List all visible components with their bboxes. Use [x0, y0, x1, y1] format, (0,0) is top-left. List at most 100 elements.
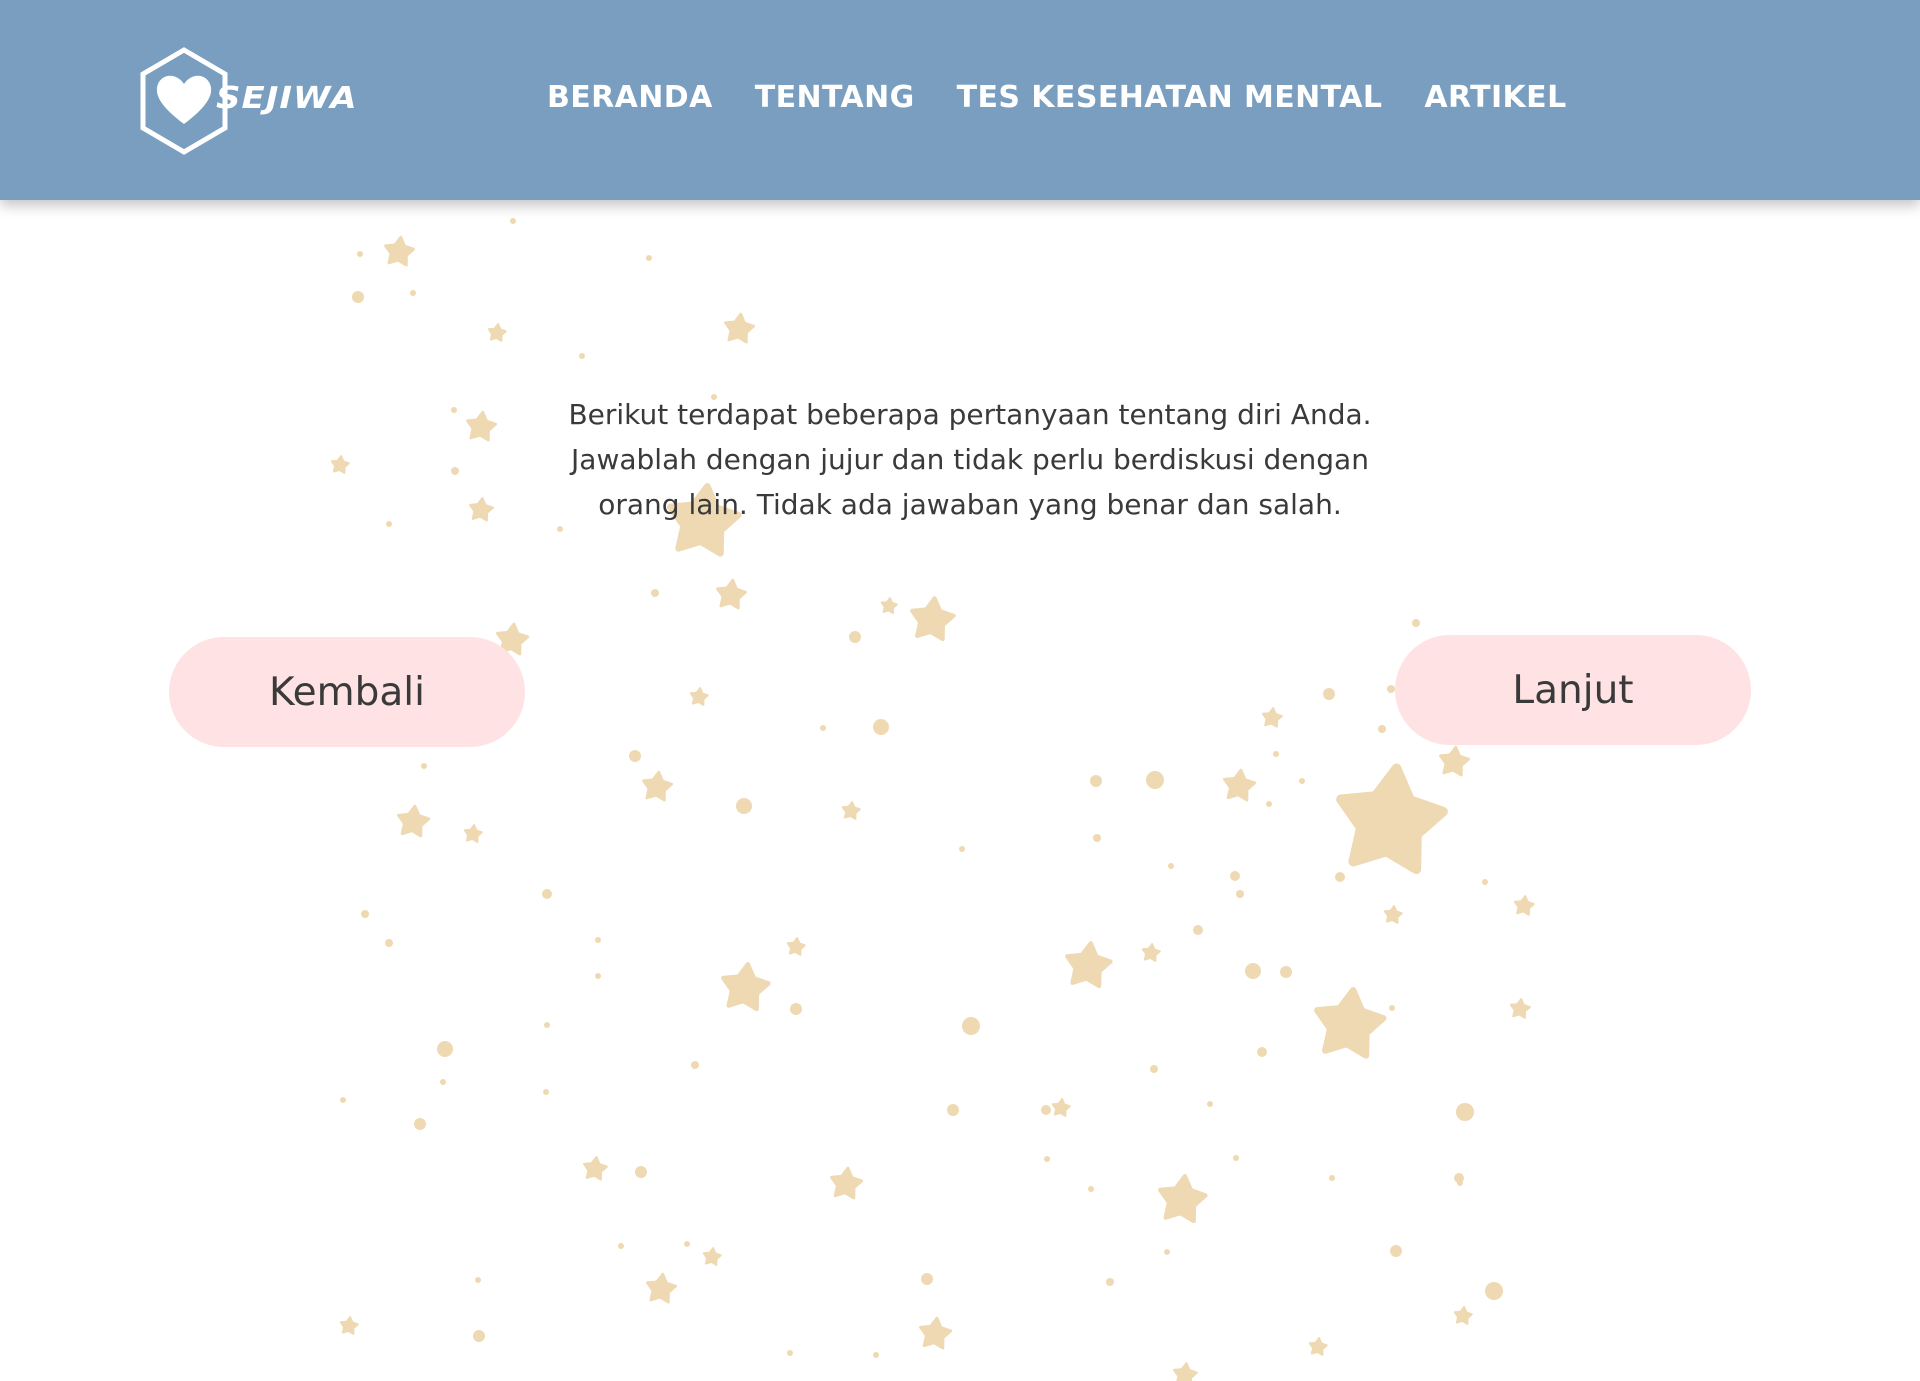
- star-dot: [437, 1041, 453, 1057]
- star-dot: [421, 763, 427, 769]
- star-dot: [352, 291, 364, 303]
- star-dot: [1233, 1155, 1239, 1161]
- star-icon: [1453, 1306, 1473, 1325]
- star-dot: [510, 218, 516, 224]
- star-icon: [339, 1316, 359, 1335]
- nav-tes-kesehatan-mental[interactable]: TES KESEHATAN MENTAL: [957, 80, 1383, 115]
- star-icon: [702, 1247, 722, 1266]
- star-dot: [1329, 1175, 1335, 1181]
- star-icon: [330, 455, 350, 474]
- logo[interactable]: SEJIWA: [136, 46, 366, 156]
- star-icon: [466, 410, 498, 442]
- star-icon: [646, 1272, 678, 1304]
- star-icon: [724, 312, 756, 344]
- star-dot: [475, 1277, 481, 1283]
- star-icon: [841, 801, 861, 820]
- star-dot: [1387, 685, 1395, 693]
- star-dot: [618, 1243, 624, 1249]
- star-dot: [684, 1241, 690, 1247]
- nav-tentang[interactable]: TENTANG: [755, 80, 915, 115]
- star-icon: [487, 323, 507, 342]
- star-icon: [1065, 941, 1113, 989]
- star-dot: [1266, 801, 1272, 807]
- star-icon: [1383, 905, 1403, 924]
- star-dot: [947, 1104, 959, 1116]
- star-icon: [469, 497, 494, 522]
- star-icon: [583, 1156, 608, 1181]
- star-dot: [440, 1079, 446, 1085]
- star-dot: [736, 798, 752, 814]
- star-dot: [544, 1022, 550, 1028]
- star-dot: [1041, 1105, 1051, 1115]
- star-dot: [1280, 966, 1292, 978]
- star-dot: [635, 1166, 647, 1178]
- star-dot: [1088, 1186, 1094, 1192]
- star-dot: [1257, 1047, 1267, 1057]
- star-dot: [1090, 775, 1102, 787]
- star-dot: [1390, 1245, 1402, 1257]
- star-dot: [1168, 863, 1174, 869]
- star-dot: [451, 407, 457, 413]
- star-dot: [962, 1017, 980, 1035]
- star-dot: [1454, 1173, 1464, 1183]
- star-icon: [716, 578, 748, 610]
- star-dot: [1245, 963, 1261, 979]
- star-dot: [1146, 771, 1164, 789]
- star-dot: [691, 1061, 699, 1069]
- star-dot: [385, 939, 393, 947]
- star-dot: [1273, 751, 1279, 757]
- star-dot: [651, 589, 659, 597]
- star-dot: [1323, 688, 1335, 700]
- star-dot: [595, 973, 601, 979]
- star-dot: [1299, 778, 1305, 784]
- star-dot: [959, 846, 965, 852]
- star-dot: [1485, 1282, 1503, 1300]
- star-dot: [873, 719, 889, 735]
- star-dot: [849, 631, 861, 643]
- star-icon: [1509, 998, 1531, 1019]
- star-dot: [1389, 1005, 1395, 1011]
- intro-text: Berikut terdapat beberapa pertanyaan ten…: [520, 392, 1420, 527]
- star-dot: [1335, 872, 1345, 882]
- star-icon: [397, 804, 431, 838]
- star-dot: [646, 255, 652, 261]
- star-dot: [629, 750, 641, 762]
- navbar: SEJIWA BERANDA TENTANG TES KESEHATAN MEN…: [0, 0, 1920, 200]
- star-icon: [1051, 1098, 1071, 1117]
- star-icon: [910, 596, 956, 642]
- star-icon: [721, 962, 771, 1012]
- star-icon: [689, 687, 709, 706]
- star-dot: [1150, 1065, 1158, 1073]
- star-icon: [786, 937, 806, 956]
- back-button[interactable]: Kembali: [169, 637, 525, 747]
- star-dot: [1230, 871, 1240, 881]
- star-dot: [357, 251, 363, 257]
- next-button[interactable]: Lanjut: [1395, 635, 1751, 745]
- star-dot: [1193, 925, 1203, 935]
- star-dot: [1482, 879, 1488, 885]
- star-icon: [880, 597, 898, 614]
- star-dot: [340, 1097, 346, 1103]
- star-dot: [1093, 834, 1101, 842]
- star-dot: [451, 467, 459, 475]
- star-icon: [1141, 943, 1161, 962]
- star-dot: [1378, 725, 1386, 733]
- star-dot: [1164, 1249, 1170, 1255]
- star-icon: [830, 1166, 864, 1200]
- star-icon: [1223, 768, 1257, 802]
- star-dot: [542, 889, 552, 899]
- star-icon: [1158, 1174, 1208, 1224]
- star-dot: [361, 910, 369, 918]
- star-dot: [790, 1003, 802, 1015]
- main-nav: BERANDA TENTANG TES KESEHATAN MENTAL ART…: [547, 80, 1567, 115]
- star-dot: [1236, 890, 1244, 898]
- star-dot: [1456, 1103, 1474, 1121]
- star-dot: [410, 290, 416, 296]
- star-icon: [1261, 707, 1283, 728]
- intro-line: Jawablah dengan jujur dan tidak perlu be…: [571, 443, 1369, 476]
- star-dot: [787, 1350, 793, 1356]
- logo-text: SEJIWA: [216, 80, 358, 116]
- star-dot: [873, 1352, 879, 1358]
- nav-artikel[interactable]: ARTIKEL: [1424, 80, 1566, 115]
- nav-beranda[interactable]: BERANDA: [547, 80, 713, 115]
